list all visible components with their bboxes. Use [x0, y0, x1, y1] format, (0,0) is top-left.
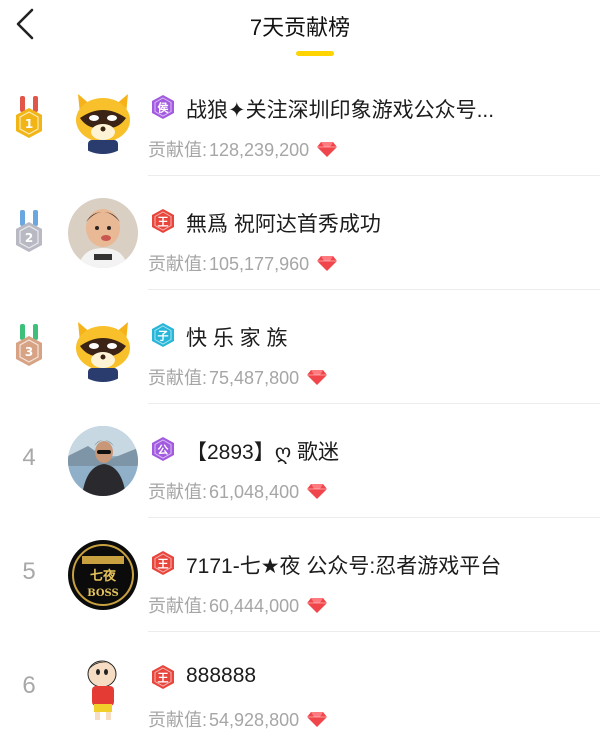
- level-badge-icon: 公: [150, 436, 176, 462]
- boss-logo-avatar[interactable]: 七夜 BOSS: [68, 540, 138, 610]
- contribution-value: 128,239,200: [209, 140, 310, 160]
- man-photo-avatar[interactable]: [68, 426, 138, 496]
- contribution-value: 105,177,960: [209, 254, 310, 274]
- contribution-value: 60,444,000: [209, 596, 300, 616]
- contribution-label: 贡献值:: [148, 254, 208, 274]
- svg-text:王: 王: [158, 216, 169, 229]
- silver-medal-icon: 2: [10, 210, 48, 260]
- svg-text:子: 子: [158, 330, 169, 343]
- contribution-label: 贡献值:: [148, 710, 208, 730]
- diamond-icon: [299, 368, 328, 388]
- rank-cell: 2: [0, 176, 62, 290]
- tab-indicator: [296, 51, 334, 56]
- raccoon-avatar[interactable]: [68, 312, 138, 382]
- svg-text:王: 王: [158, 558, 169, 571]
- leaderboard-row[interactable]: 1 侯 战狼✦关注深圳印象游戏公众号... 贡献值: 128,239,200: [0, 62, 600, 176]
- diamond-icon: [309, 254, 338, 274]
- level-badge-icon: 王: [150, 664, 176, 690]
- diamond-icon: [299, 710, 328, 730]
- svg-text:BOSS: BOSS: [87, 588, 119, 599]
- contribution-value: 54,928,800: [209, 710, 300, 730]
- rank-number: 6: [22, 672, 36, 699]
- diamond-icon: [299, 596, 328, 616]
- diamond-icon: [309, 140, 338, 160]
- svg-text:3: 3: [25, 345, 33, 359]
- svg-text:2: 2: [25, 231, 33, 245]
- rank-cell: 3: [0, 290, 62, 404]
- level-badge-icon: 王: [150, 208, 176, 234]
- user-name: 7171-七★夜 公众号:忍者游戏平台: [186, 555, 502, 578]
- contribution-label: 贡献值:: [148, 140, 208, 160]
- contribution: 贡献值: 60,444,000: [148, 592, 328, 618]
- level-badge-icon: 子: [150, 322, 176, 348]
- contribution-label: 贡献值:: [148, 482, 208, 502]
- contribution: 贡献值: 105,177,960: [148, 250, 338, 276]
- page-title: 7天贡献榜: [249, 15, 351, 40]
- leaderboard-row[interactable]: 3 子 快 乐 家 族贡献值: 75,487,800: [0, 290, 600, 404]
- contribution-value: 75,487,800: [209, 368, 300, 388]
- top-bar: 7天贡献榜: [0, 0, 600, 62]
- svg-text:七夜: 七夜: [90, 568, 117, 584]
- rank-number: 5: [22, 558, 36, 585]
- gold-medal-icon: 1: [10, 96, 48, 146]
- leaderboard-row[interactable]: 6 王 888888 贡献值: 54,928,800: [0, 632, 600, 738]
- svg-text:公: 公: [158, 444, 169, 457]
- contribution-label: 贡献值:: [148, 368, 208, 388]
- rank-number: 4: [22, 444, 36, 471]
- raccoon-avatar[interactable]: [68, 84, 138, 154]
- leaderboard-row[interactable]: 2 王 無爲 祝阿达首秀成功贡献值: 105,177,960: [0, 176, 600, 290]
- rank-cell: 4: [0, 404, 62, 518]
- rank-cell: 5: [0, 518, 62, 632]
- user-name: 888888: [186, 664, 257, 687]
- svg-text:1: 1: [25, 117, 33, 131]
- diamond-icon: [299, 482, 328, 502]
- leaderboard-row[interactable]: 5 七夜 BOSS 王 7171-七★夜 公众号:忍者游戏平台贡献值: 60,444,00…: [0, 518, 600, 632]
- child-photo-avatar[interactable]: [68, 198, 138, 268]
- user-name: 【2893】ღ 歌迷: [186, 441, 340, 464]
- svg-text:王: 王: [158, 672, 169, 685]
- cartoon-boy-avatar[interactable]: [68, 654, 138, 724]
- rank-cell: 1: [0, 62, 62, 176]
- user-name: 战狼✦关注深圳印象游戏公众号...: [186, 99, 495, 122]
- svg-text:侯: 侯: [158, 101, 170, 115]
- contribution-value: 61,048,400: [209, 482, 300, 502]
- bronze-medal-icon: 3: [10, 324, 48, 374]
- level-badge-icon: 侯: [150, 94, 176, 120]
- leaderboard-row[interactable]: 4 公 【2893】ღ 歌迷贡献值: 61,048,400: [0, 404, 600, 518]
- contribution-label: 贡献值:: [148, 596, 208, 616]
- rank-cell: 6: [0, 632, 62, 738]
- contribution: 贡献值: 61,048,400: [148, 478, 328, 504]
- contribution: 贡献值: 128,239,200: [148, 136, 338, 162]
- user-name: 快 乐 家 族: [186, 327, 288, 350]
- user-name: 無爲 祝阿达首秀成功: [186, 213, 381, 236]
- level-badge-icon: 王: [150, 550, 176, 576]
- contribution: 贡献值: 75,487,800: [148, 364, 328, 390]
- contribution: 贡献值: 54,928,800: [148, 706, 328, 732]
